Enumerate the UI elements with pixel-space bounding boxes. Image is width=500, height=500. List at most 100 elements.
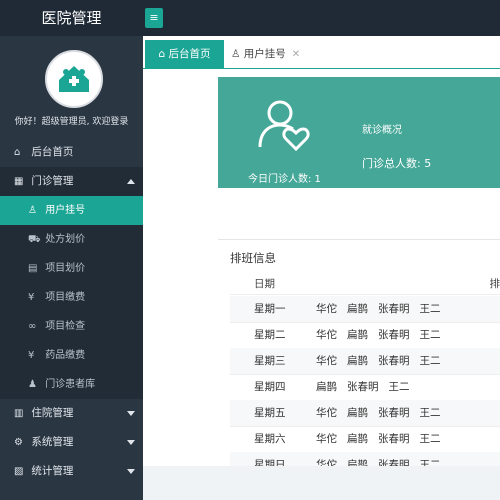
table-row: 星期三 华佗 扁鹊 张春明 王二 <box>230 348 500 375</box>
sidebar-item-system[interactable]: ⚙ 系统管理 <box>0 428 143 457</box>
sidebar-item-item-check[interactable]: ∞ 项目检查 <box>0 312 143 341</box>
table-row: 星期日 华佗 扁鹊 张春明 王二 <box>230 452 500 466</box>
caret-down-icon <box>127 440 135 445</box>
sidebar-item-clinic[interactable]: ▦ 门诊管理 <box>0 167 143 196</box>
person-icon: ♟ <box>28 379 37 390</box>
schedule-doctors: 扁鹊 张春明 王二 <box>316 374 420 400</box>
sidebar-item-label: 项目缴费 <box>45 292 86 303</box>
doctor-name: 张春明 <box>378 329 410 341</box>
hospital-logo-avatar <box>45 50 103 108</box>
doctor-name: 王二 <box>419 433 441 445</box>
user-icon: ♙ <box>28 205 37 216</box>
sidebar-item-label: 药品缴费 <box>45 350 86 361</box>
doctor-name: 华佗 <box>316 355 337 367</box>
table-row: 星期二 华佗 扁鹊 张春明 王二 <box>230 322 500 349</box>
hospital-icon: ▥ <box>14 408 24 419</box>
schedule-day: 星期三 <box>254 355 286 367</box>
sidebar-item-label: 项目检查 <box>45 321 86 332</box>
main-content: 今日门诊人数: 1 就诊概况 门诊总人数: 5 排班信息 日期 排 星期一 华佗扁… <box>143 69 500 466</box>
home-icon: ⌂ <box>14 147 21 158</box>
tab-user-registration[interactable]: ♙ 用户挂号 ✕ <box>231 40 311 68</box>
sidebar-item-statistics[interactable]: ▨ 统计管理 <box>0 457 143 486</box>
cart-icon: ⛟ <box>28 234 41 245</box>
schedule-doctors: 华佗 扁鹊 张春明 王二 <box>316 452 451 466</box>
doctor-name: 扁鹊 <box>347 355 368 367</box>
tab-home[interactable]: ⌂ 后台首页 <box>145 40 224 68</box>
doctor-name: 张春明 <box>378 303 410 315</box>
overview-title: 就诊概况 <box>362 125 402 136</box>
sidebar-item-label: 用户挂号 <box>45 205 86 216</box>
app-title: 医院管理 <box>41 9 102 27</box>
clinic-icon: ▦ <box>14 176 24 187</box>
caret-down-icon <box>127 411 135 416</box>
schedule-day: 星期四 <box>254 381 286 393</box>
doctor-name: 张春明 <box>378 355 410 367</box>
doctor-name: 张春明 <box>378 459 410 466</box>
schedule-day: 星期日 <box>254 459 286 466</box>
sidebar-item-drug-payment[interactable]: ¥ 药品缴费 <box>0 341 143 370</box>
doctor-name: 华佗 <box>316 407 337 419</box>
doctor-name: 张春明 <box>378 407 410 419</box>
home-icon: ⌂ <box>158 48 169 60</box>
doctor-name: 扁鹊 <box>347 433 368 445</box>
doctor-name: 王二 <box>419 407 441 419</box>
sidebar-item-item-pricing[interactable]: ▤ 项目划价 <box>0 254 143 283</box>
chart-icon: ▨ <box>14 466 24 477</box>
doctor-name: 扁鹊 <box>347 329 368 341</box>
doctor-name: 王二 <box>388 381 410 393</box>
yen-icon: ¥ <box>28 350 35 361</box>
sidebar-item-item-payment[interactable]: ¥ 项目缴费 <box>0 283 143 312</box>
top-bar: 医院管理 ≡ <box>0 0 500 36</box>
schedule-doctors: 华佗 扁鹊 张春明 王二 <box>316 296 451 322</box>
overview-panel: 今日门诊人数: 1 就诊概况 门诊总人数: 5 <box>218 77 500 188</box>
schedule-day: 星期一 <box>254 303 286 315</box>
sidebar-item-prescription-pricing[interactable]: ⛟ 处方划价 <box>0 225 143 254</box>
doctor-name: 张春明 <box>378 433 410 445</box>
schedule-day: 星期五 <box>254 407 286 419</box>
doctor-name: 华佗 <box>316 329 337 341</box>
doctor-name: 扁鹊 <box>347 303 368 315</box>
sidebar-item-label: 住院管理 <box>31 407 74 419</box>
schedule-doctors: 华佗 扁鹊 张春明 王二 <box>316 348 451 374</box>
doctor-name: 扁鹊 <box>347 407 368 419</box>
sidebar-item-label: 后台首页 <box>31 146 74 158</box>
sidebar-item-inpatient[interactable]: ▥ 住院管理 <box>0 399 143 428</box>
sidebar-item-home[interactable]: ⌂ 后台首页 <box>0 138 143 167</box>
table-row: 星期五 华佗 扁鹊 张春明 王二 <box>230 400 500 427</box>
schedule-day: 星期六 <box>254 433 286 445</box>
doctor-name: 王二 <box>419 459 441 466</box>
sidebar-item-label: 门诊患者库 <box>45 379 96 390</box>
gear-icon: ⚙ <box>14 437 23 448</box>
user-heart-icon <box>258 100 310 152</box>
link-icon: ∞ <box>28 321 37 332</box>
hospital-icon <box>48 53 100 105</box>
sidebar-item-label: 统计管理 <box>31 465 74 477</box>
sidebar: 你好！超级管理员, 欢迎登录 ⌂ 后台首页 ▦ 门诊管理 ♙ 用户挂号 ⛟ 处方… <box>0 36 143 500</box>
sidebar-item-label: 系统管理 <box>31 436 74 448</box>
schedule-panel: 排班信息 日期 排 星期一 华佗 扁鹊 张春明 王二 星期二 华佗 扁鹊 张春明 王二 星期三 华佗扁… <box>218 239 500 466</box>
doctor-name: 华佗 <box>316 433 337 445</box>
doctor-name: 扁鹊 <box>316 381 337 393</box>
sidebar-item-user-registration[interactable]: ♙ 用户挂号 <box>0 196 143 225</box>
total-visits-count: 门诊总人数: 5 <box>362 157 432 170</box>
doctor-name: 张春明 <box>347 381 379 393</box>
schedule-day: 星期二 <box>254 329 286 341</box>
sidebar-item-label: 门诊管理 <box>31 175 74 187</box>
document-icon: ▤ <box>28 263 38 274</box>
doctor-name: 扁鹊 <box>347 459 368 466</box>
table-row: 星期四 扁鹊 张春明 王二 <box>230 374 500 401</box>
tab-bar: ⌂ 后台首页 ♙ 用户挂号 ✕ <box>143 36 500 69</box>
caret-up-icon <box>127 179 135 184</box>
sidebar-item-label: 处方划价 <box>45 234 86 245</box>
sidebar-item-outpatient-library[interactable]: ♟ 门诊患者库 <box>0 370 143 399</box>
menu-toggle-button[interactable]: ≡ <box>145 8 163 28</box>
close-icon[interactable]: ✕ <box>292 49 300 60</box>
sidebar-item-label: 项目划价 <box>45 263 86 274</box>
sidebar-nav: ⌂ 后台首页 ▦ 门诊管理 ♙ 用户挂号 ⛟ 处方划价 ▤ 项目划价 ¥ 项目缴… <box>0 138 143 486</box>
date-column-header: 日期 <box>254 278 275 290</box>
doctor-name: 华佗 <box>316 303 337 315</box>
user-icon: ♙ <box>231 48 244 60</box>
schedule-doctors: 华佗 扁鹊 张春明 王二 <box>316 400 451 426</box>
schedule-doctors: 华佗 扁鹊 张春明 王二 <box>316 322 451 348</box>
yen-icon: ¥ <box>28 292 35 303</box>
